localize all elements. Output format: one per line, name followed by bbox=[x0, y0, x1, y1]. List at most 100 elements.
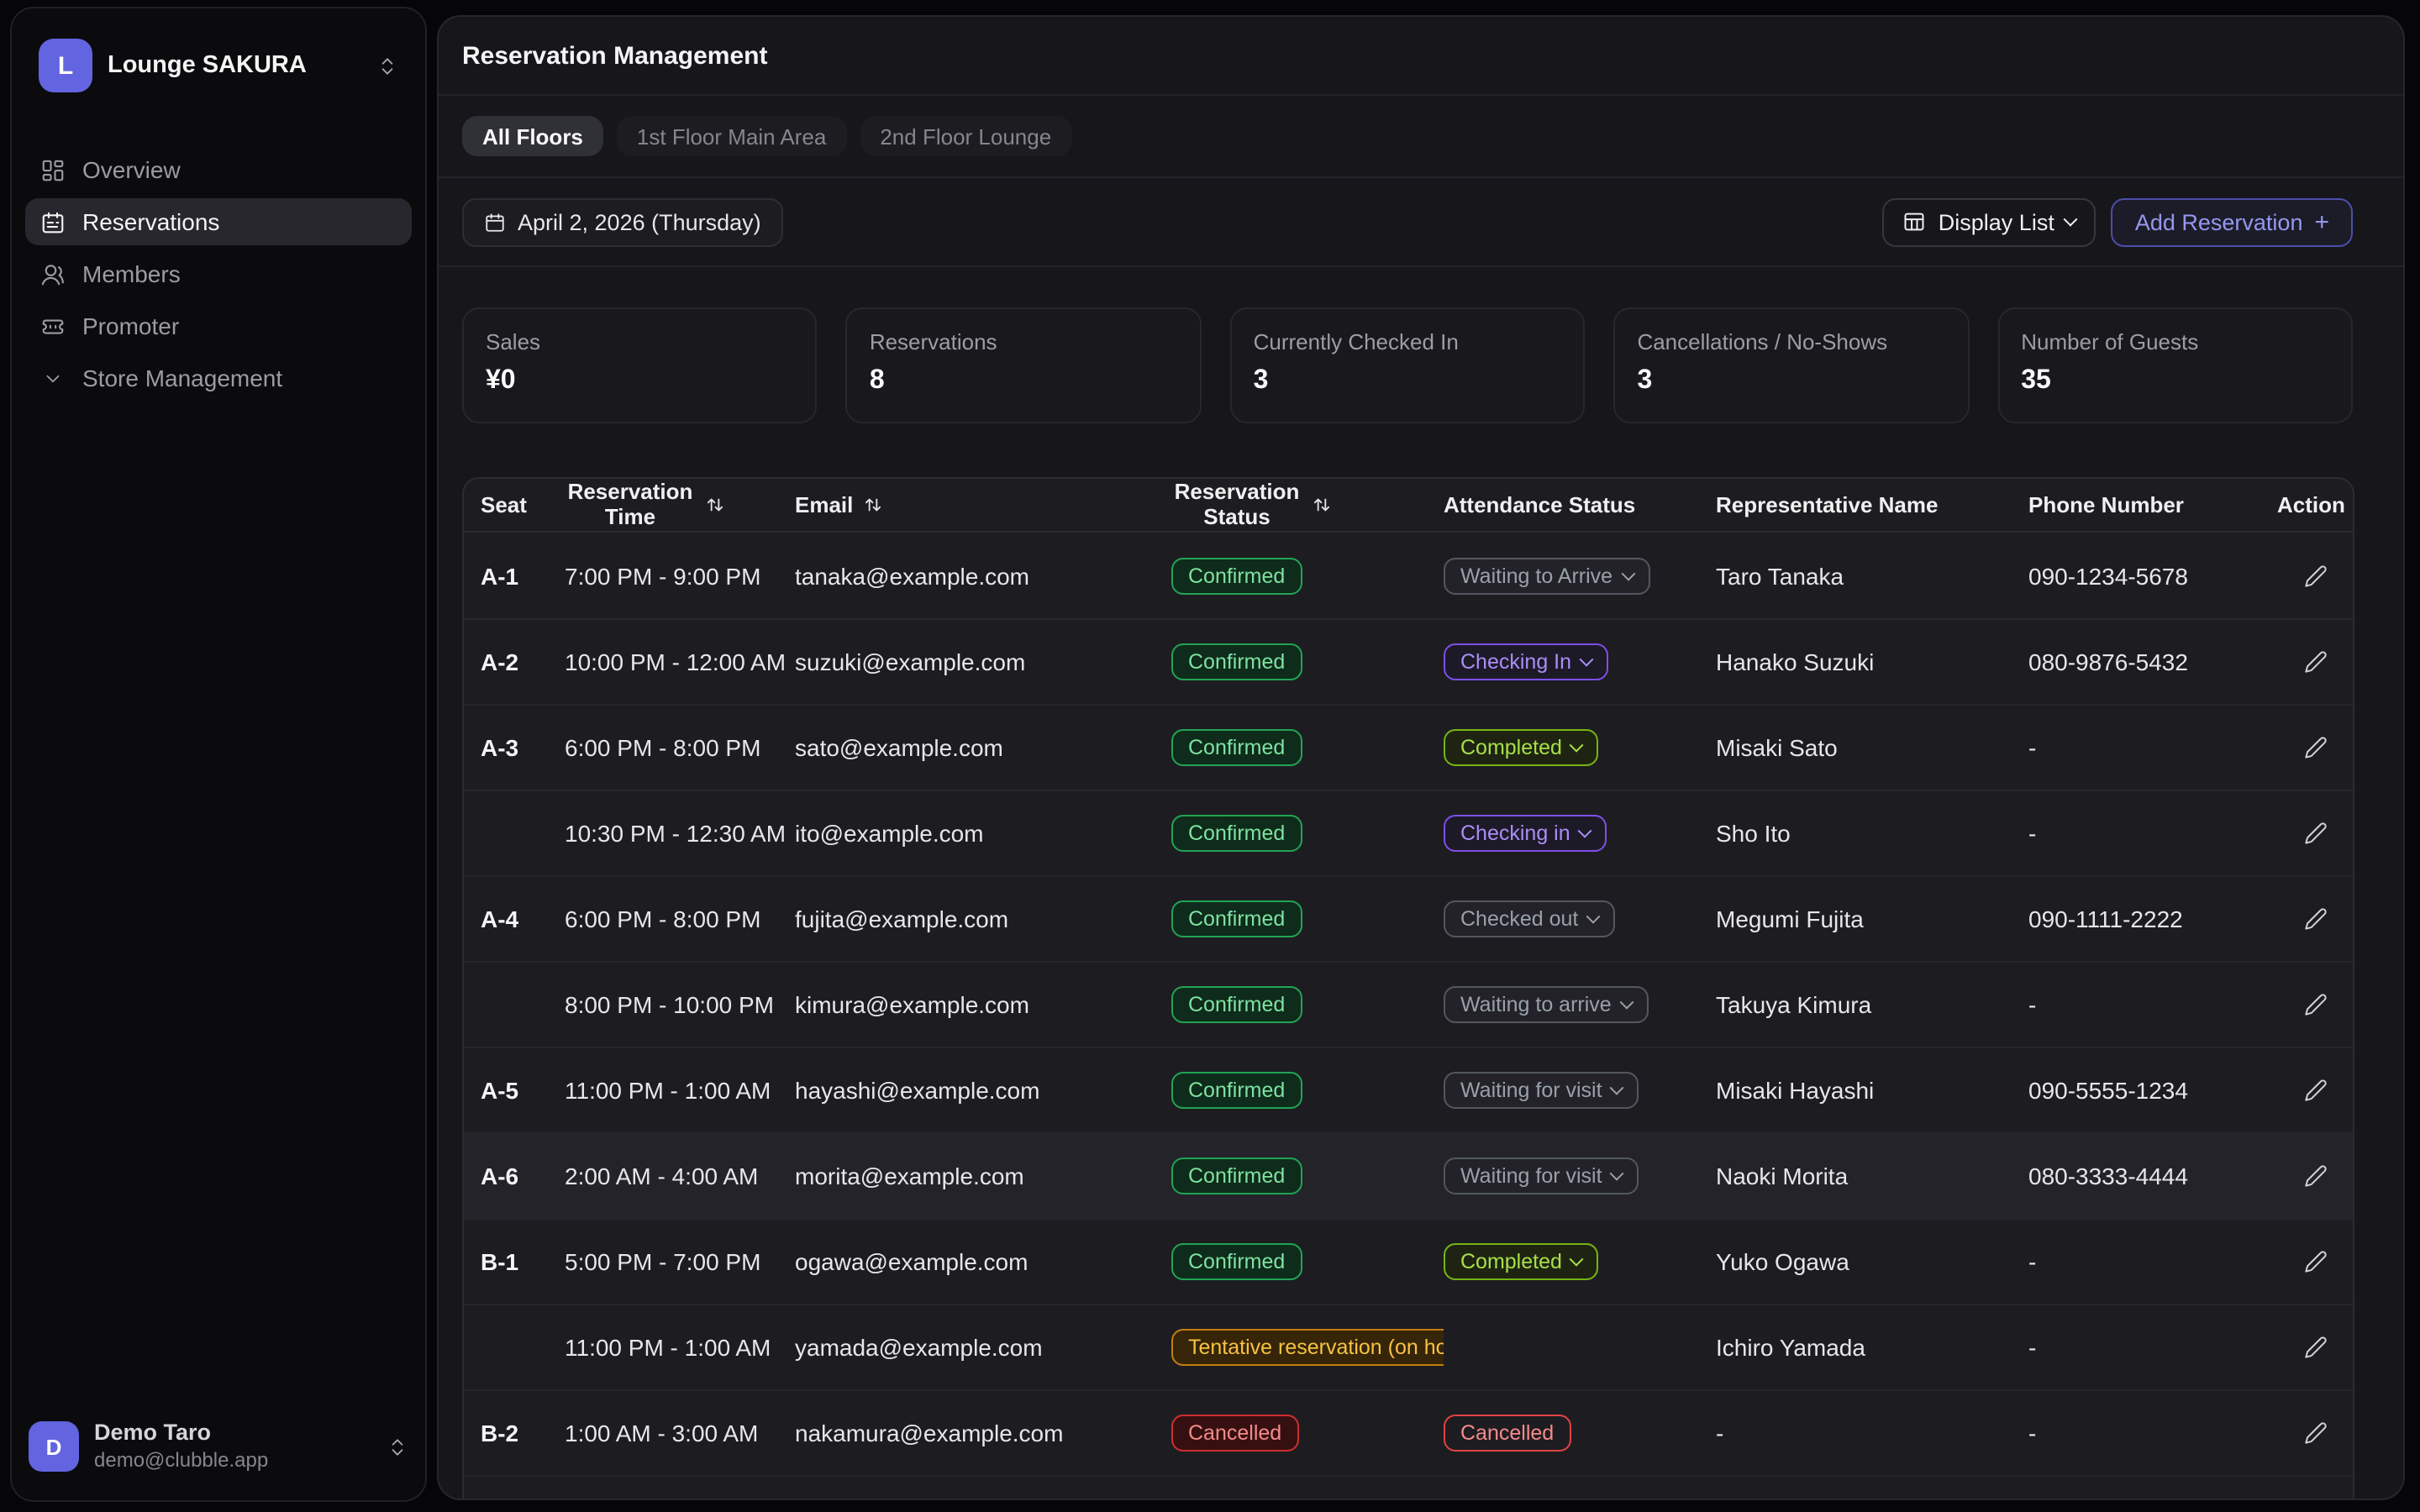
chevron-down-icon bbox=[1610, 1080, 1625, 1095]
dashboard-icon bbox=[40, 157, 66, 182]
sort-icon[interactable] bbox=[1311, 494, 1333, 516]
add-reservation-button[interactable]: Add Reservation + bbox=[2111, 197, 2353, 246]
reservation-status-badge: Confirmed bbox=[1171, 1243, 1302, 1280]
edit-button[interactable] bbox=[2296, 986, 2333, 1023]
time-cell: 1:00 AM - 3:00 AM bbox=[565, 1420, 759, 1446]
sidebar-item-members[interactable]: Members bbox=[25, 250, 412, 297]
stat-card: Reservations 8 bbox=[845, 307, 1202, 423]
seat-cell: A-5 bbox=[481, 1077, 519, 1104]
sidebar-item-store-management[interactable]: Store Management bbox=[25, 354, 412, 402]
time-cell: 6:00 PM - 8:00 PM bbox=[565, 906, 761, 932]
attendance-cell: Waiting for visit bbox=[1444, 1158, 1716, 1194]
chevron-down-icon bbox=[1570, 738, 1585, 753]
attendance-dropdown[interactable]: Checking In bbox=[1444, 643, 1609, 680]
name-cell: Takuya Kimura bbox=[1716, 991, 1872, 1018]
sidebar-item-overview[interactable]: Overview bbox=[25, 146, 412, 193]
table-row[interactable]: A-2 10:00 PM - 12:00 AM suzuki@example.c… bbox=[464, 618, 2353, 704]
display-list-label: Display List bbox=[1938, 209, 2054, 234]
attendance-cell: Checking In bbox=[1444, 643, 1716, 680]
attendance-dropdown[interactable]: Waiting for visit bbox=[1444, 1158, 1639, 1194]
attendance-dropdown[interactable]: Waiting to Arrive bbox=[1444, 557, 1650, 594]
stat-label: Cancellations / No-Shows bbox=[1637, 329, 1888, 354]
edit-button[interactable] bbox=[2296, 900, 2333, 937]
email-cell: kimura@example.com bbox=[795, 991, 1029, 1018]
attendance-dropdown[interactable]: Checked out bbox=[1444, 900, 1616, 937]
calendar-icon bbox=[484, 211, 506, 233]
tab-all-floors[interactable]: All Floors bbox=[462, 116, 603, 156]
table-row[interactable]: A-1 7:00 PM - 9:00 PM tanaka@example.com… bbox=[464, 533, 2353, 618]
sidebar-item-label: Store Management bbox=[82, 365, 283, 391]
user-menu[interactable]: D Demo Taro demo@clubble.app bbox=[12, 1410, 425, 1483]
reservation-status-badge: Tentative reservation (on hold) bbox=[1171, 1329, 1444, 1366]
attendance-dropdown[interactable]: Waiting for visit bbox=[1444, 1072, 1639, 1109]
reservation-status-badge: Confirmed bbox=[1171, 900, 1302, 937]
phone-cell: - bbox=[2028, 991, 2037, 1018]
action-cell bbox=[2277, 815, 2353, 852]
sidebar-item-reservations[interactable]: Reservations bbox=[25, 198, 412, 245]
reservation-status-badge: Confirmed bbox=[1171, 1158, 1302, 1194]
attendance-label: Completed bbox=[1460, 1250, 1562, 1273]
edit-button[interactable] bbox=[2296, 1072, 2333, 1109]
attendance-label: Checking In bbox=[1460, 650, 1572, 674]
seat-cell: A-3 bbox=[481, 734, 519, 761]
stat-value: 3 bbox=[1637, 366, 1653, 395]
edit-button[interactable] bbox=[2296, 557, 2333, 594]
workspace-switcher[interactable]: L Lounge SAKURA bbox=[29, 32, 408, 99]
attendance-dropdown[interactable]: Completed bbox=[1444, 729, 1599, 766]
tab-1st-floor-main-area[interactable]: 1st Floor Main Area bbox=[616, 116, 847, 156]
attendance-dropdown[interactable]: Cancelled bbox=[1444, 1415, 1571, 1452]
attendance-label: Completed bbox=[1460, 736, 1562, 759]
sidebar-item-promoter[interactable]: Promoter bbox=[25, 302, 412, 349]
table-row[interactable]: A-3 6:00 PM - 8:00 PM sato@example.com C… bbox=[464, 704, 2353, 790]
date-picker-button[interactable]: April 2, 2026 (Thursday) bbox=[462, 197, 783, 246]
email-cell: fujita@example.com bbox=[795, 906, 1009, 932]
sort-icon[interactable] bbox=[704, 494, 726, 516]
attendance-cell bbox=[1444, 1499, 1716, 1500]
reservation-status-badge: Confirmed bbox=[1171, 557, 1302, 594]
attendance-cell: Waiting for visit bbox=[1444, 1072, 1716, 1109]
stats-row: Sales ¥0 Reservations 8 Currently Checke… bbox=[462, 307, 2354, 423]
table-row[interactable]: 10:30 PM - 12:30 AM ito@example.com Conf… bbox=[464, 790, 2353, 875]
edit-button[interactable] bbox=[2296, 643, 2333, 680]
email-cell: tanaka@example.com bbox=[795, 562, 1030, 589]
edit-button[interactable] bbox=[2296, 1158, 2333, 1194]
table-row[interactable]: 11:00 PM - 1:00 AM yamada@example.com Te… bbox=[464, 1304, 2353, 1389]
app-window: L Lounge SAKURA Overview Reservations Me… bbox=[0, 0, 2420, 1512]
table-row[interactable]: A-6 2:00 AM - 4:00 AM morita@example.com… bbox=[464, 1132, 2353, 1218]
col-phone-number: Phone Number bbox=[2028, 492, 2184, 517]
stat-label: Currently Checked In bbox=[1253, 329, 1459, 354]
table-row[interactable]: A-4 6:00 PM - 8:00 PM fujita@example.com… bbox=[464, 875, 2353, 961]
display-list-dropdown[interactable]: Display List bbox=[1882, 197, 2096, 246]
time-cell: 11:00 PM - 1:00 AM bbox=[565, 1334, 771, 1361]
table-row[interactable]: B-1 5:00 PM - 7:00 PM ogawa@example.com … bbox=[464, 1218, 2353, 1304]
table-row[interactable]: B-3 Confirmed bbox=[464, 1475, 2353, 1500]
edit-button[interactable] bbox=[2296, 1243, 2333, 1280]
sort-icon[interactable] bbox=[861, 494, 883, 516]
seat-cell: A-4 bbox=[481, 906, 519, 932]
status-cell: Confirmed bbox=[1171, 986, 1444, 1023]
table-row[interactable]: A-5 11:00 PM - 1:00 AM hayashi@example.c… bbox=[464, 1047, 2353, 1132]
attendance-cell: Completed bbox=[1444, 1243, 1716, 1280]
tab-2nd-floor-lounge[interactable]: 2nd Floor Lounge bbox=[860, 116, 1072, 156]
attendance-cell: Checked out bbox=[1444, 900, 1716, 937]
edit-button[interactable] bbox=[2296, 729, 2333, 766]
table-header-row: Seat Reservation Time Email Reservation … bbox=[464, 479, 2353, 533]
ticket-icon bbox=[40, 313, 66, 339]
table-row[interactable]: B-2 1:00 AM - 3:00 AM nakamura@example.c… bbox=[464, 1389, 2353, 1475]
action-cell bbox=[2277, 1243, 2353, 1280]
table-body: A-1 7:00 PM - 9:00 PM tanaka@example.com… bbox=[464, 533, 2353, 1500]
attendance-dropdown[interactable]: Checking in bbox=[1444, 815, 1607, 852]
edit-button[interactable] bbox=[2296, 815, 2333, 852]
status-cell: Confirmed bbox=[1171, 643, 1444, 680]
edit-button[interactable] bbox=[2296, 1329, 2333, 1366]
chevron-down-icon bbox=[1570, 1252, 1585, 1267]
time-cell: 8:00 PM - 10:00 PM bbox=[565, 991, 775, 1018]
phone-cell: - bbox=[2028, 820, 2037, 847]
attendance-dropdown[interactable]: Completed bbox=[1444, 1243, 1599, 1280]
table-row[interactable]: 8:00 PM - 10:00 PM kimura@example.com Co… bbox=[464, 961, 2353, 1047]
attendance-dropdown[interactable]: Waiting to arrive bbox=[1444, 986, 1649, 1023]
chevron-down-icon bbox=[1586, 909, 1601, 924]
stat-card: Number of Guests 35 bbox=[1997, 307, 2354, 423]
stat-label: Reservations bbox=[869, 329, 997, 354]
edit-button[interactable] bbox=[2296, 1415, 2333, 1452]
